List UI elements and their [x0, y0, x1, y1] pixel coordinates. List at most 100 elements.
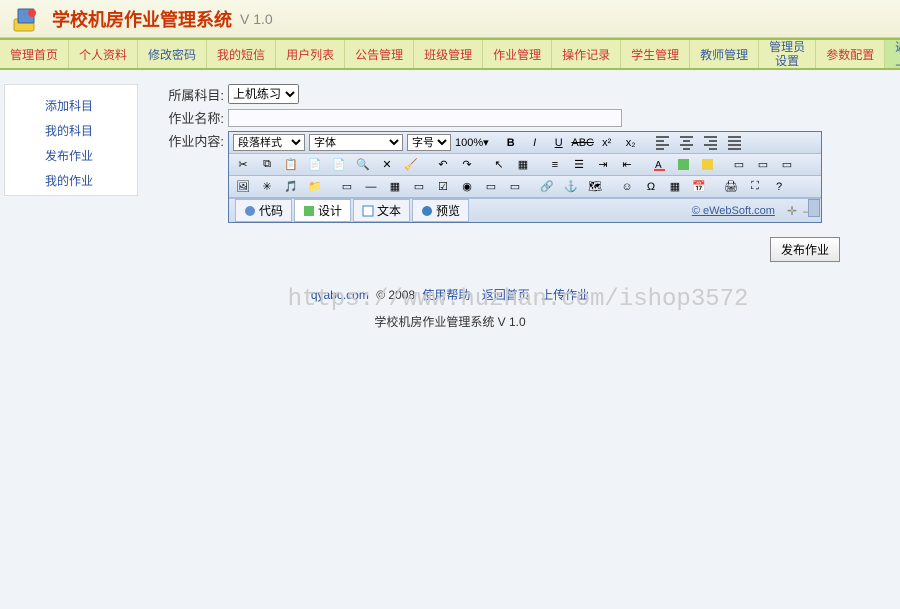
about-icon[interactable]: ? [769, 178, 789, 196]
media-icon[interactable]: 🎵 [281, 178, 301, 196]
tab-text[interactable]: 文本 [353, 199, 410, 222]
templates-icon[interactable]: ▭ [777, 156, 797, 174]
sidebar-item-2[interactable]: 发布作业 [5, 143, 137, 168]
topnav-item-1[interactable]: 个人资料 [69, 40, 138, 68]
footer: qyabc.com © 2008 使用帮助 返回首页 上传作业 学校机房作业管理… [0, 262, 900, 370]
footer-site-link[interactable]: qyabc.com [311, 288, 369, 302]
scrollbar-thumb[interactable] [808, 199, 820, 217]
forecolor-icon[interactable]: A [649, 156, 669, 174]
topnav-item-4[interactable]: 用户列表 [276, 40, 345, 68]
undo-icon[interactable]: ↶ [433, 156, 453, 174]
italic-button[interactable]: I [525, 134, 545, 152]
align-left-button[interactable] [653, 134, 673, 152]
outdent-icon[interactable]: ⇤ [617, 156, 637, 174]
tab-code[interactable]: 代码 [235, 199, 292, 222]
app-logo-icon [10, 3, 42, 35]
fullscreen-icon[interactable]: ⛶ [745, 178, 765, 196]
textarea-icon[interactable]: ▭ [505, 178, 525, 196]
topnav-item-6[interactable]: 班级管理 [414, 40, 483, 68]
publish-button[interactable]: 发布作业 [770, 237, 840, 262]
topnav-item-9[interactable]: 学生管理 [621, 40, 690, 68]
underline-button[interactable]: U [549, 134, 569, 152]
sidebar-item-3[interactable]: 我的作业 [5, 168, 137, 193]
zoom-display[interactable]: 100% ▾ [455, 136, 489, 149]
selectall-icon[interactable]: ▦ [513, 156, 533, 174]
backcolor-icon[interactable] [673, 156, 693, 174]
bold-button[interactable]: B [501, 134, 521, 152]
footer-copy: © 2008 [376, 288, 415, 302]
footer-home-link[interactable]: 返回首页 [482, 288, 530, 302]
topnav-item-10[interactable]: 教师管理 [690, 40, 759, 68]
editor-expand-icon[interactable]: ✛ [787, 204, 797, 218]
cursor-icon[interactable]: ↖ [489, 156, 509, 174]
topnav-item-13[interactable]: 返回上页 [885, 40, 900, 68]
strike-button[interactable]: ABC [573, 134, 593, 152]
align-right-button[interactable] [701, 134, 721, 152]
footer-upload-link[interactable]: 上传作业 [541, 288, 589, 302]
topnav-item-3[interactable]: 我的短信 [207, 40, 276, 68]
table-icon[interactable]: ▦ [385, 178, 405, 196]
sidebar-item-1[interactable]: 我的科目 [5, 118, 137, 143]
anchor-icon[interactable]: ⚓ [561, 178, 581, 196]
hilite-icon[interactable] [697, 156, 717, 174]
indent-icon[interactable]: ⇥ [593, 156, 613, 174]
ordered-list-icon[interactable]: ≡ [545, 156, 565, 174]
sidebar: 添加科目我的科目发布作业我的作业 [4, 84, 138, 196]
remove-format-icon[interactable]: 🧹 [401, 156, 421, 174]
topnav-item-7[interactable]: 作业管理 [483, 40, 552, 68]
form-icon[interactable]: ▭ [409, 178, 429, 196]
tab-preview[interactable]: 预览 [412, 199, 469, 222]
date-icon[interactable]: 📅 [689, 178, 709, 196]
checkbox-icon[interactable]: ☑ [433, 178, 453, 196]
footer-help-link[interactable]: 使用帮助 [422, 288, 470, 302]
delete-icon[interactable]: ✕ [377, 156, 397, 174]
align-justify-button[interactable] [725, 134, 745, 152]
top-nav: 管理首页个人资料修改密码我的短信用户列表公告管理班级管理作业管理操作记录学生管理… [0, 38, 900, 70]
emoticon-icon[interactable]: ☺ [617, 178, 637, 196]
subject-label: 所属科目 [162, 85, 224, 104]
file-icon[interactable]: 📁 [305, 178, 325, 196]
symbol-icon[interactable]: Ω [641, 178, 661, 196]
open-doc-icon[interactable]: ▭ [753, 156, 773, 174]
topnav-item-12[interactable]: 参数配置 [816, 40, 885, 68]
cut-icon[interactable]: ✂ [233, 156, 253, 174]
excel-icon[interactable]: ▦ [665, 178, 685, 196]
print-icon[interactable]: 🖨 [721, 178, 741, 196]
textfield-icon[interactable]: ▭ [481, 178, 501, 196]
subscript-button[interactable]: x₂ [621, 134, 641, 152]
superscript-button[interactable]: x² [597, 134, 617, 152]
font-select[interactable]: 字体 [309, 134, 403, 151]
editor-copyright-link[interactable]: © eWebSoft.com [692, 205, 775, 217]
new-doc-icon[interactable]: ▭ [729, 156, 749, 174]
app-header: 学校机房作业管理系统 V 1.0 [0, 0, 900, 38]
content-area: 所属科目 上机练习 作业名称 作业内容 段落样式 字体 字号 100% ▾ B … [138, 84, 900, 262]
flash-icon[interactable]: ✳ [257, 178, 277, 196]
topnav-item-2[interactable]: 修改密码 [138, 40, 207, 68]
fontsize-select[interactable]: 字号 [407, 134, 451, 151]
sidebar-item-0[interactable]: 添加科目 [5, 93, 137, 118]
topnav-item-0[interactable]: 管理首页 [0, 40, 69, 68]
image-icon[interactable]: 🖼 [233, 178, 253, 196]
paste-text-icon[interactable]: 📄 [305, 156, 325, 174]
unordered-list-icon[interactable]: ☰ [569, 156, 589, 174]
find-icon[interactable]: 🔍 [353, 156, 373, 174]
tab-design[interactable]: 设计 [294, 199, 351, 222]
paste-icon[interactable]: 📋 [281, 156, 301, 174]
paragraph-select[interactable]: 段落样式 [233, 134, 305, 151]
marquee-icon[interactable]: ▭ [337, 178, 357, 196]
copy-icon[interactable]: ⧉ [257, 156, 277, 174]
topnav-item-8[interactable]: 操作记录 [552, 40, 621, 68]
paste-word-icon[interactable]: 📄 [329, 156, 349, 174]
topnav-item-5[interactable]: 公告管理 [345, 40, 414, 68]
app-version: V 1.0 [240, 11, 273, 27]
assignment-name-input[interactable] [228, 109, 622, 127]
link-icon[interactable]: 🔗 [537, 178, 557, 196]
editor-mode-tabs: 代码 设计 文本 预览 © eWebSoft.com ✛ — [229, 198, 821, 222]
map-icon[interactable]: 🗺 [585, 178, 605, 196]
subject-select[interactable]: 上机练习 [228, 84, 299, 104]
topnav-item-11[interactable]: 管理员设置 [759, 40, 816, 68]
redo-icon[interactable]: ↷ [457, 156, 477, 174]
align-center-button[interactable] [677, 134, 697, 152]
radio-icon[interactable]: ◉ [457, 178, 477, 196]
hr-icon[interactable]: — [361, 178, 381, 196]
